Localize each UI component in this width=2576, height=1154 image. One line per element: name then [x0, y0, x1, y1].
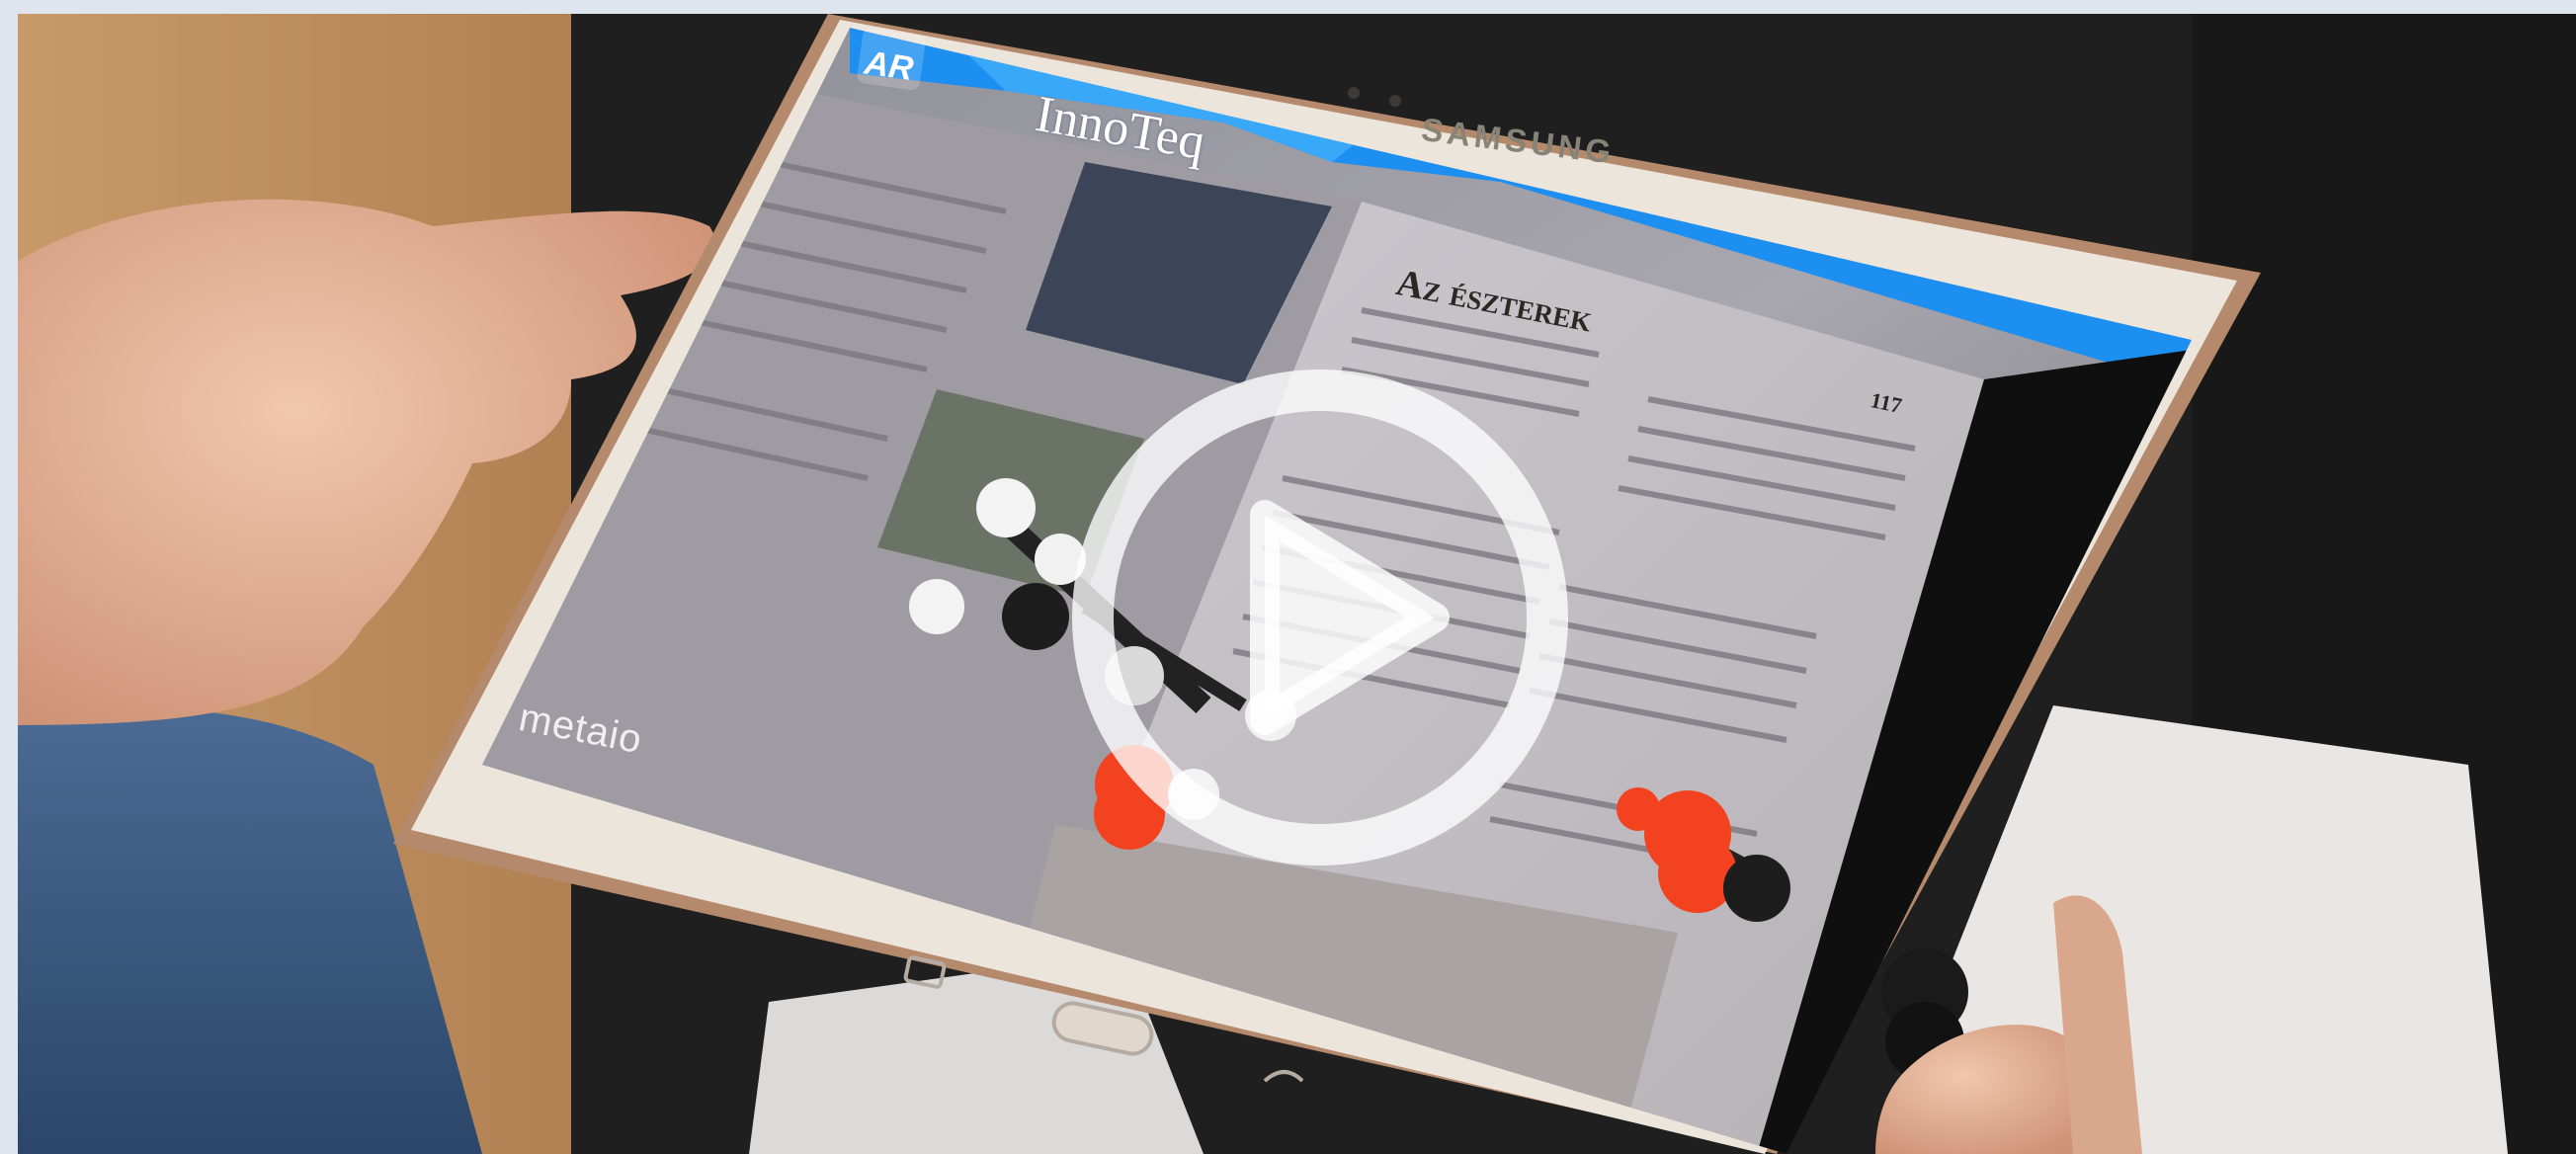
- front-sensor: [1389, 95, 1401, 107]
- ar-app-badge: AR: [856, 27, 927, 92]
- play-circle-icon[interactable]: [1072, 370, 1568, 866]
- ar-badge-label: AR: [862, 43, 916, 88]
- video-player[interactable]: SAMSUNG AR InnoTeq metaio Az észterek 11…: [18, 14, 2576, 1154]
- play-button[interactable]: [1067, 365, 1573, 870]
- front-camera: [1348, 87, 1360, 99]
